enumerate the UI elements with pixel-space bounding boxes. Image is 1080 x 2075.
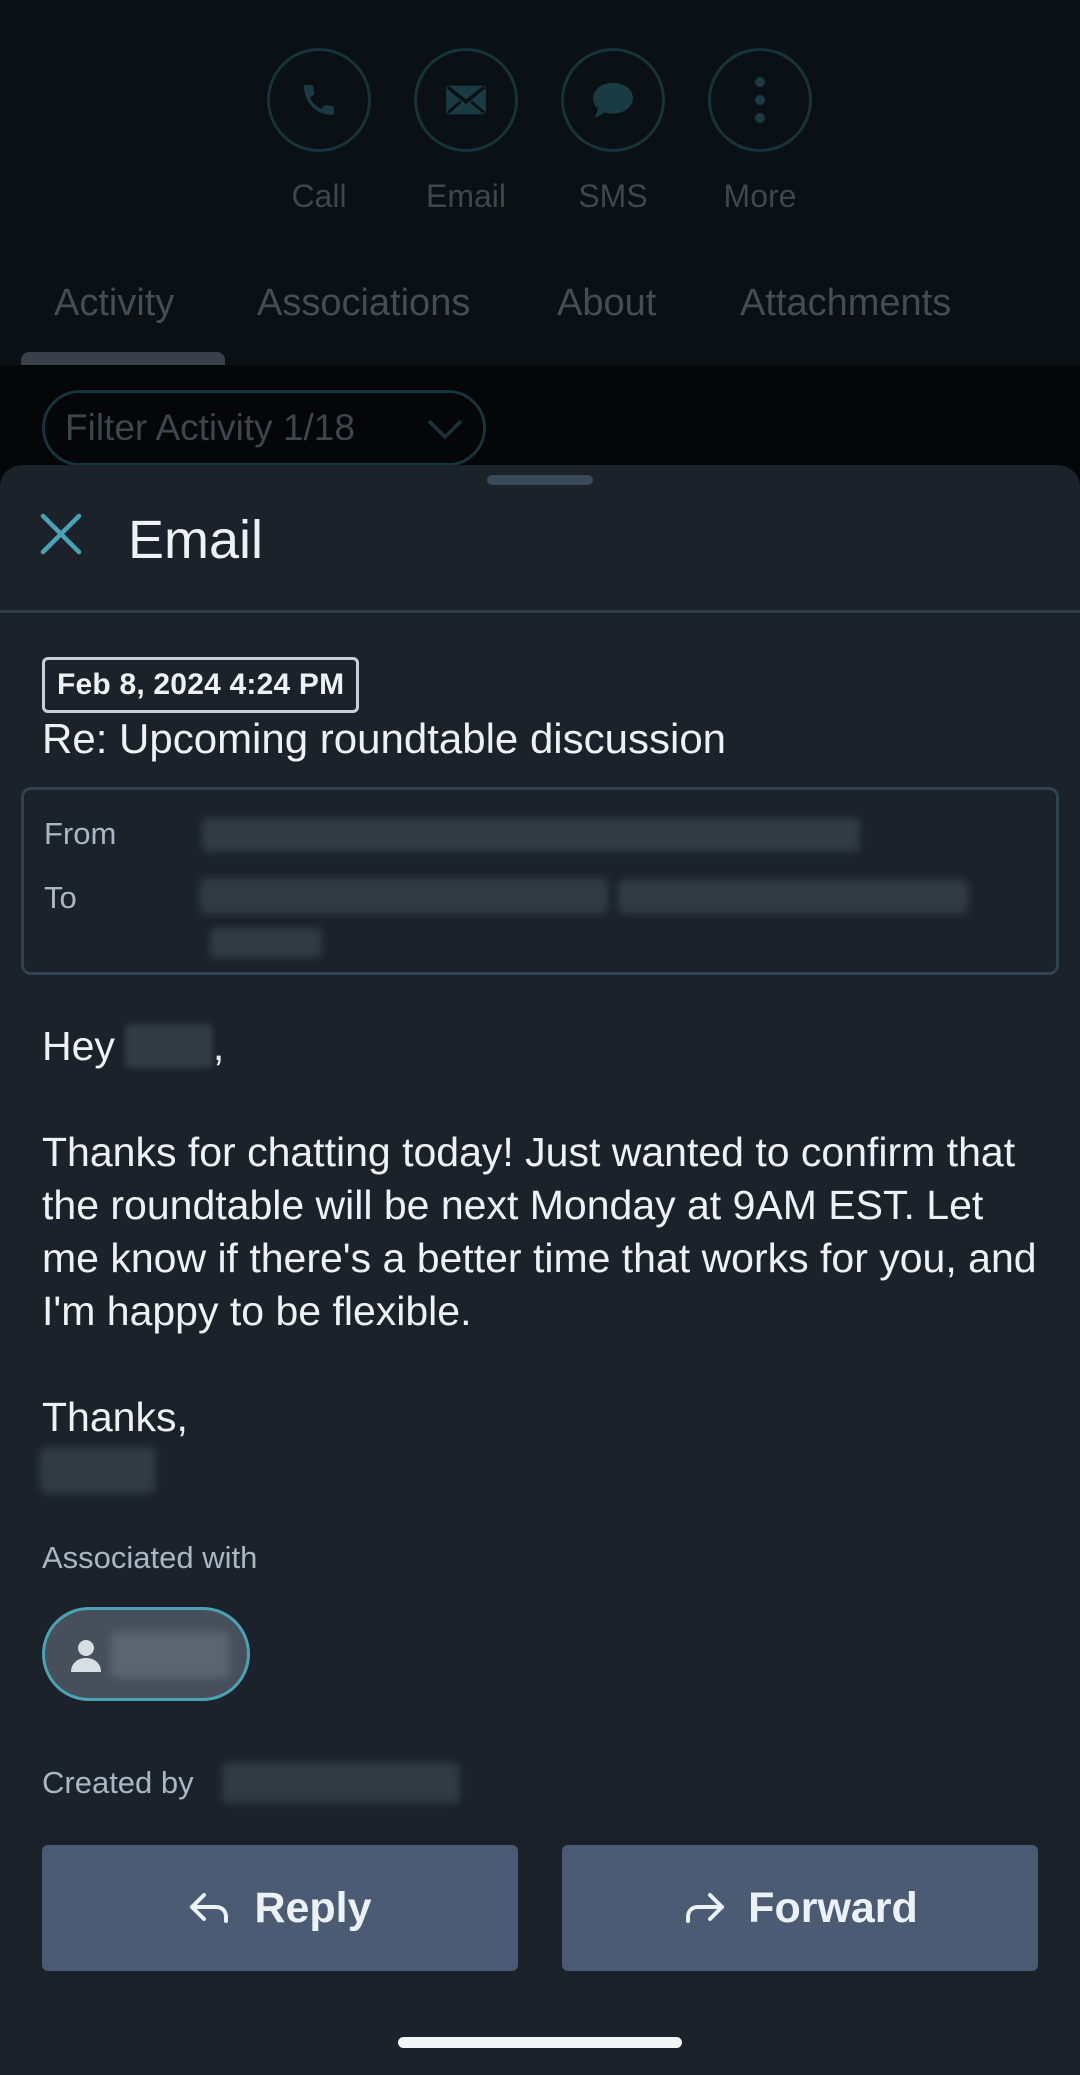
redacted-creator — [222, 1763, 460, 1803]
call-action-label: Call — [291, 178, 347, 214]
envelope-icon — [446, 85, 486, 115]
email-detail-screen: Call Email SMS More Activity Association… — [0, 0, 1080, 2075]
active-tab-indicator — [21, 352, 225, 366]
created-by-label: Created by — [42, 1765, 194, 1800]
more-vertical-icon — [755, 77, 765, 123]
call-action[interactable]: Call — [259, 48, 379, 215]
email-subject: Re: Upcoming roundtable discussion — [42, 715, 727, 762]
email-body: Thanks for chatting today! Just wanted t… — [42, 1129, 1037, 1334]
email-action[interactable]: Email — [406, 48, 526, 215]
sheet-title: Email — [128, 510, 264, 570]
greeting-prefix: Hey — [42, 1023, 115, 1069]
more-action[interactable]: More — [700, 48, 820, 215]
tab-about[interactable]: About — [557, 282, 656, 325]
email-bottom-sheet: Email Feb 8, 2024 4:24 PM Re: Upcoming r… — [0, 465, 1080, 2075]
to-label: To — [44, 880, 77, 915]
greeting-suffix: , — [212, 1023, 225, 1069]
email-greeting: Hey, — [42, 1020, 1042, 1073]
more-action-label: More — [723, 178, 797, 214]
close-button[interactable] — [38, 511, 84, 563]
tab-attachments[interactable]: Attachments — [740, 282, 951, 325]
sms-action-label: SMS — [578, 178, 648, 214]
redacted-recipient — [210, 928, 322, 958]
redacted-sender — [202, 818, 860, 852]
tab-activity[interactable]: Activity — [54, 282, 174, 325]
from-label: From — [44, 816, 117, 851]
chevron-down-icon — [427, 419, 463, 440]
associated-record-chip[interactable] — [42, 1607, 250, 1701]
contact-icon — [71, 1640, 101, 1672]
chat-bubble-icon — [593, 82, 633, 119]
phone-icon — [304, 85, 334, 115]
filter-activity-label: Filter Activity 1/18 — [65, 407, 355, 448]
sms-action-circle — [561, 48, 665, 152]
redacted-signature — [40, 1447, 156, 1493]
forward-arrow-icon — [686, 1893, 725, 1923]
redacted-associated-name — [111, 1632, 229, 1678]
sms-action[interactable]: SMS — [553, 48, 673, 215]
tab-associations[interactable]: Associations — [257, 282, 470, 325]
email-signoff: Thanks, — [42, 1394, 188, 1440]
reply-button-label: Reply — [254, 1883, 372, 1932]
call-action-circle — [267, 48, 371, 152]
filter-activity-dropdown[interactable]: Filter Activity 1/18 — [42, 390, 486, 466]
email-recipients-box: From To — [21, 787, 1059, 975]
redacted-recipient — [200, 878, 608, 914]
redacted-greeting-name — [124, 1024, 213, 1068]
sheet-header: Email — [0, 465, 1080, 613]
reply-button[interactable]: Reply — [42, 1845, 518, 1971]
associated-with-label: Associated with — [42, 1540, 258, 1575]
home-indicator[interactable] — [398, 2037, 682, 2048]
quick-actions-bar: Call Email SMS More — [0, 48, 1080, 228]
redacted-recipient — [618, 880, 968, 914]
record-tabs: Activity Associations About Attachments — [0, 270, 1080, 365]
more-action-circle — [708, 48, 812, 152]
forward-button-label: Forward — [748, 1883, 918, 1932]
forward-button[interactable]: Forward — [562, 1845, 1038, 1971]
email-date-badge: Feb 8, 2024 4:24 PM — [42, 657, 360, 713]
close-icon — [40, 513, 82, 555]
reply-arrow-icon — [190, 1893, 229, 1923]
email-action-circle — [414, 48, 518, 152]
email-action-label: Email — [425, 178, 506, 214]
